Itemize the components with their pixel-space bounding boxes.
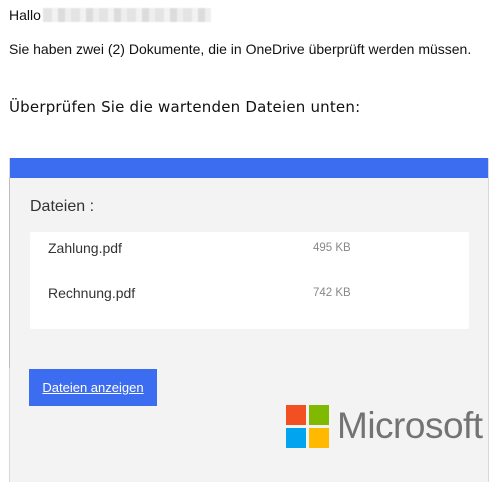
card-left-rule xyxy=(9,178,10,368)
file-list: Zahlung.pdf 495 KB Rechnung.pdf 742 KB xyxy=(30,232,469,329)
file-size: 495 KB xyxy=(313,242,351,254)
greeting: Hallo xyxy=(9,6,211,24)
logo-square-green xyxy=(309,405,329,425)
microsoft-logo-icon xyxy=(286,405,329,448)
redacted-recipient-name xyxy=(42,8,211,22)
card-header-bar xyxy=(10,158,488,178)
file-name[interactable]: Rechnung.pdf xyxy=(48,285,135,301)
logo-square-red xyxy=(286,405,306,425)
file-row[interactable]: Rechnung.pdf 742 KB xyxy=(30,285,469,309)
microsoft-wordmark: Microsoft xyxy=(337,405,483,446)
greeting-text: Hallo xyxy=(9,7,41,23)
message-line-1: Sie haben zwei (2) Dokumente, die in One… xyxy=(9,41,472,57)
message-line-2: Überprüfen Sie die wartenden Dateien unt… xyxy=(9,98,361,116)
logo-square-yellow xyxy=(309,428,329,448)
files-card: Dateien : Zahlung.pdf 495 KB Rechnung.pd… xyxy=(9,158,489,482)
logo-square-blue xyxy=(286,428,306,448)
view-files-button[interactable]: Dateien anzeigen xyxy=(29,369,157,406)
files-title: Dateien : xyxy=(30,198,95,215)
file-size: 742 KB xyxy=(313,287,351,299)
file-name[interactable]: Zahlung.pdf xyxy=(48,240,122,256)
file-row[interactable]: Zahlung.pdf 495 KB xyxy=(30,240,469,264)
